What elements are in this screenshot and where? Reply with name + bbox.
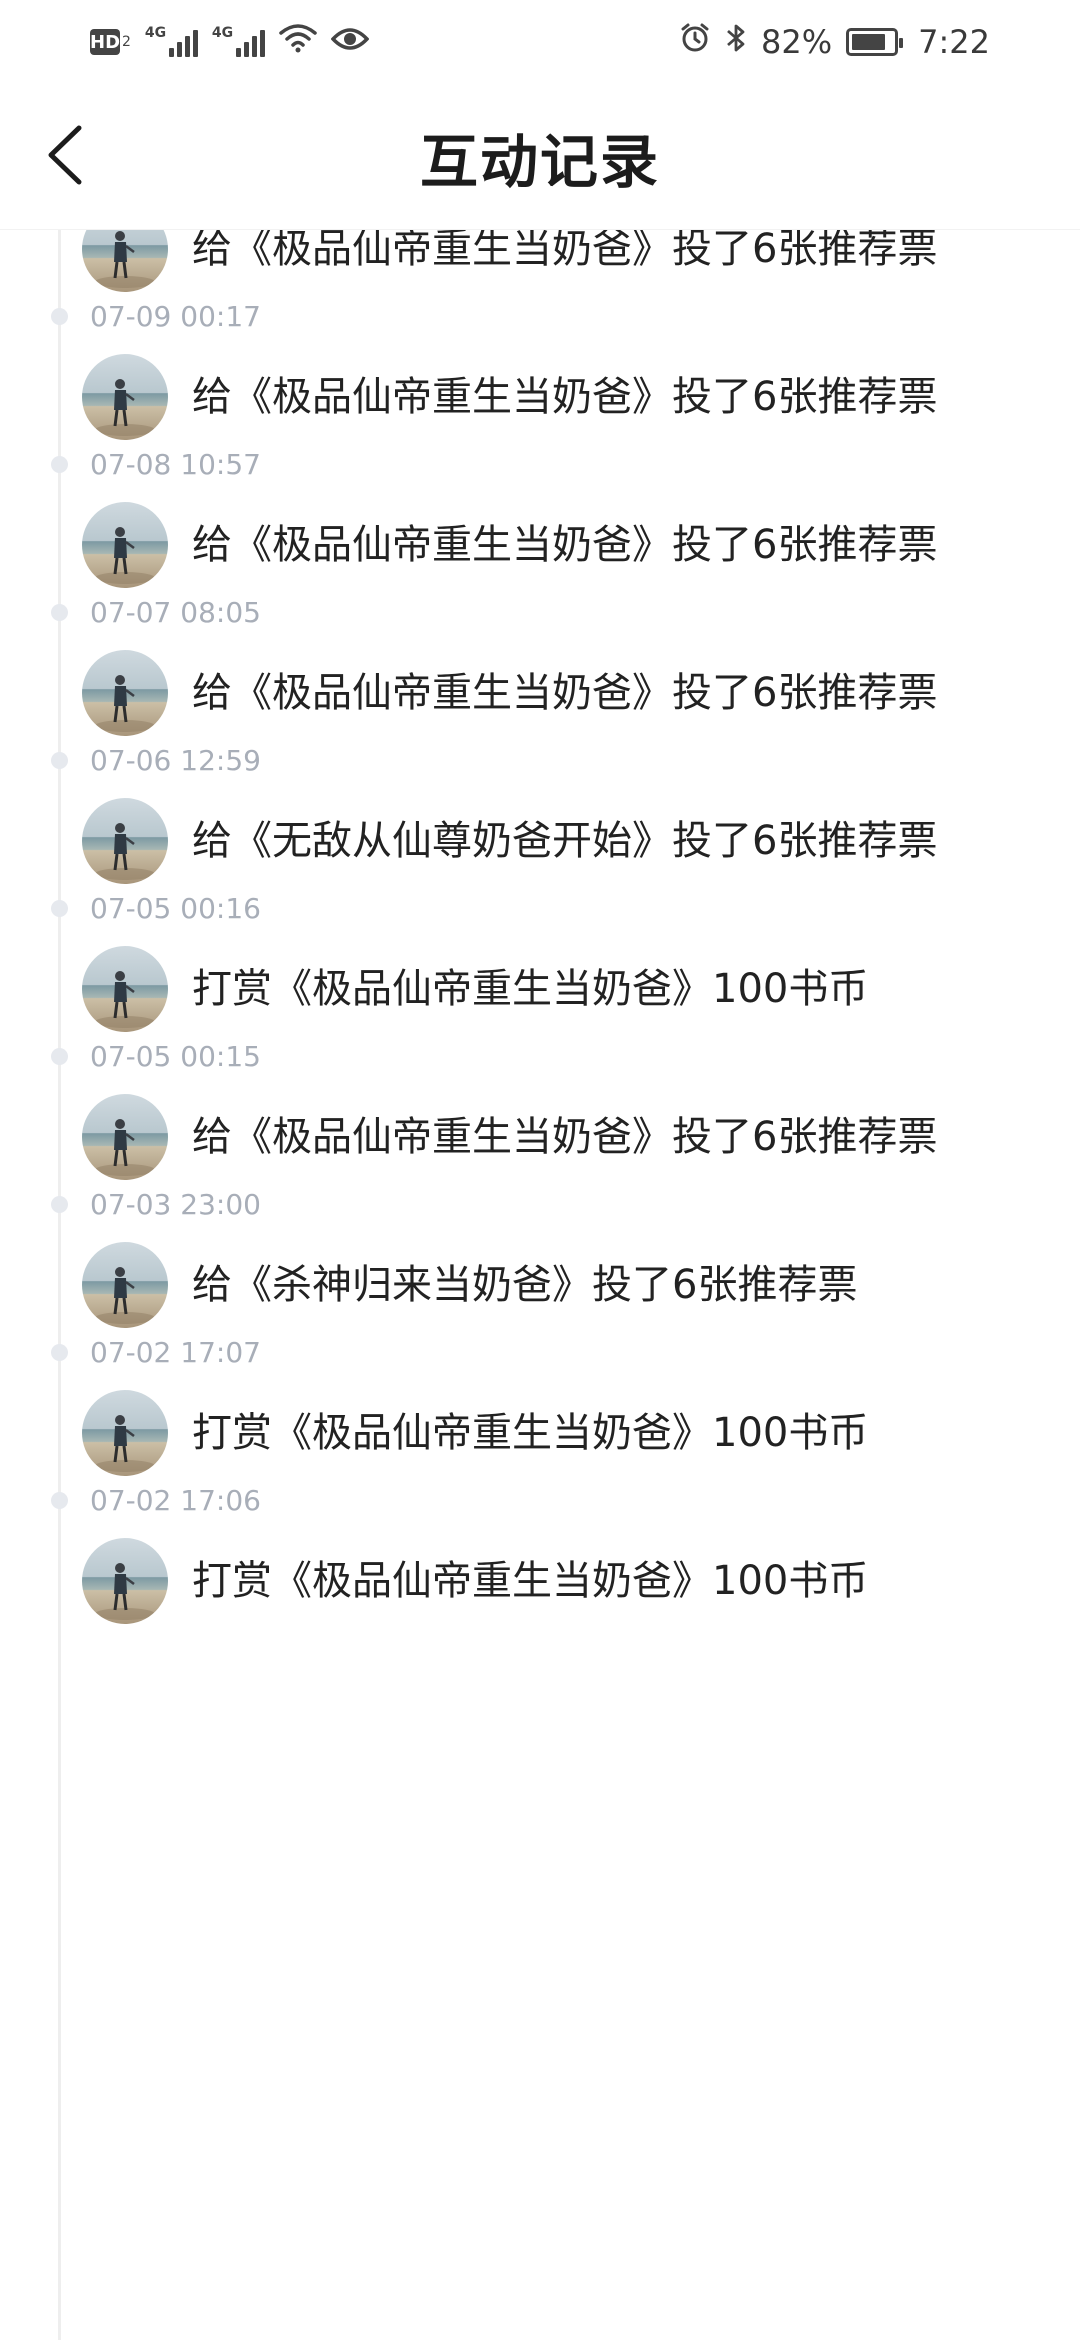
avatar[interactable] <box>82 1242 168 1328</box>
avatar[interactable] <box>82 502 168 588</box>
page-title: 互动记录 <box>419 127 660 196</box>
back-button[interactable] <box>30 122 100 192</box>
record-text: 打赏《极品仙帝重生当奶爸》100书币 <box>192 966 869 1012</box>
signal-icon-2: 4G <box>211 25 265 57</box>
avatar[interactable] <box>82 1390 168 1476</box>
network-type-2: 4G <box>211 25 234 41</box>
record-time: 07-02 17:07 <box>90 1336 261 1369</box>
record-text: 打赏《极品仙帝重生当奶爸》100书币 <box>192 1410 869 1456</box>
record-text: 给《极品仙帝重生当奶爸》投了6张推荐票 <box>192 230 938 272</box>
record-text: 给《极品仙帝重生当奶爸》投了6张推荐票 <box>192 1114 938 1160</box>
hd-icon: HD 2 <box>90 29 131 55</box>
timeline-dot <box>51 1048 68 1065</box>
wifi-icon <box>279 23 317 61</box>
avatar[interactable] <box>82 798 168 884</box>
record-text: 给《极品仙帝重生当奶爸》投了6张推荐票 <box>192 670 938 716</box>
record-item[interactable]: 07-02 17:07 打赏《极品仙帝重生当奶爸》100书币 <box>0 1334 1080 1482</box>
avatar[interactable] <box>82 946 168 1032</box>
bluetooth-icon <box>725 22 747 62</box>
record-item[interactable]: 07-03 23:00 给《杀神归来当奶爸》投了6张推荐票 <box>0 1186 1080 1334</box>
record-time: 07-09 00:17 <box>90 300 261 333</box>
record-time: 07-05 00:16 <box>90 892 261 925</box>
status-time: 7:22 <box>918 23 990 61</box>
record-item[interactable]: 07-05 00:15 给《极品仙帝重生当奶爸》投了6张推荐票 <box>0 1038 1080 1186</box>
record-time: 07-07 08:05 <box>90 596 261 629</box>
record-time: 07-02 17:06 <box>90 1484 261 1517</box>
timeline-dot <box>51 1344 68 1361</box>
timeline-dot <box>51 456 68 473</box>
nav-header: 互动记录 <box>0 84 1080 230</box>
eye-icon <box>330 23 370 61</box>
status-right: 82% 7:22 <box>679 22 990 62</box>
interaction-records-page: HD 2 4G 4G 82% 7:22 互动记录 给《极品仙帝重生当奶爸》投了6… <box>0 0 1080 2340</box>
record-time: 07-08 10:57 <box>90 448 261 481</box>
record-text: 给《极品仙帝重生当奶爸》投了6张推荐票 <box>192 522 938 568</box>
hd-sub: 2 <box>122 34 131 50</box>
avatar[interactable] <box>82 230 168 292</box>
chevron-left-icon <box>43 122 87 192</box>
avatar[interactable] <box>82 1094 168 1180</box>
timeline-dot <box>51 1492 68 1509</box>
timeline-dot <box>51 900 68 917</box>
record-text: 给《无敌从仙尊奶爸开始》投了6张推荐票 <box>192 818 938 864</box>
timeline-dot <box>51 1196 68 1213</box>
signal-icon-1: 4G <box>144 25 198 57</box>
record-item[interactable]: 07-07 08:05 给《极品仙帝重生当奶爸》投了6张推荐票 <box>0 594 1080 742</box>
avatar[interactable] <box>82 354 168 440</box>
record-item[interactable]: 给《极品仙帝重生当奶爸》投了6张推荐票 <box>0 230 1080 298</box>
record-text: 打赏《极品仙帝重生当奶爸》100书币 <box>192 1558 869 1604</box>
hd-badge: HD <box>90 29 120 55</box>
battery-percent: 82% <box>761 23 833 61</box>
network-type-1: 4G <box>144 25 167 41</box>
record-time: 07-05 00:15 <box>90 1040 261 1073</box>
record-text: 给《极品仙帝重生当奶爸》投了6张推荐票 <box>192 374 938 420</box>
timeline-dot <box>51 308 68 325</box>
avatar[interactable] <box>82 1538 168 1624</box>
record-time: 07-06 12:59 <box>90 744 261 777</box>
record-item[interactable]: 07-08 10:57 给《极品仙帝重生当奶爸》投了6张推荐票 <box>0 446 1080 594</box>
record-item[interactable]: 07-02 17:06 打赏《极品仙帝重生当奶爸》100书币 <box>0 1482 1080 1630</box>
record-item[interactable]: 07-09 00:17 给《极品仙帝重生当奶爸》投了6张推荐票 <box>0 298 1080 446</box>
record-text: 给《杀神归来当奶爸》投了6张推荐票 <box>192 1262 858 1308</box>
timeline-dot <box>51 752 68 769</box>
record-time: 07-03 23:00 <box>90 1188 261 1221</box>
battery-fill <box>852 34 885 50</box>
record-list[interactable]: 给《极品仙帝重生当奶爸》投了6张推荐票 07-09 00:17 给《极品仙帝重生当奶… <box>0 230 1080 2340</box>
status-left: HD 2 4G 4G <box>90 23 370 61</box>
record-item[interactable]: 07-05 00:16 打赏《极品仙帝重生当奶爸》100书币 <box>0 890 1080 1038</box>
battery-icon <box>846 28 904 56</box>
record-item[interactable]: 07-06 12:59 给《无敌从仙尊奶爸开始》投了6张推荐票 <box>0 742 1080 890</box>
avatar[interactable] <box>82 650 168 736</box>
status-bar: HD 2 4G 4G 82% 7:22 <box>0 0 1080 84</box>
alarm-icon <box>679 22 711 62</box>
timeline-dot <box>51 604 68 621</box>
